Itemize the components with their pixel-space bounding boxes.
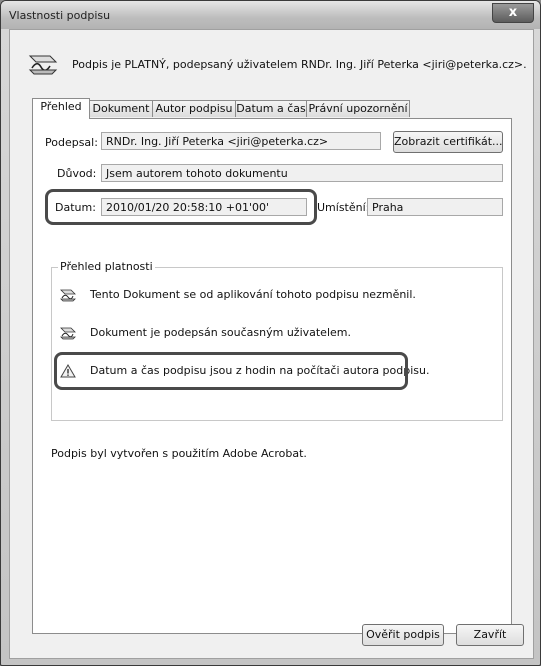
date-highlight-frame xyxy=(45,189,317,225)
signature-properties-dialog: Vlastnosti podpisu x Podpis je PLATNÝ, p… xyxy=(0,0,541,666)
verify-signature-button[interactable]: Ověřit podpis xyxy=(362,624,444,646)
signed-by-label: Podepsal: xyxy=(45,136,98,149)
signed-by-field: RNDr. Ing. Jiří Peterka <jiri@peterka.cz… xyxy=(101,132,381,150)
warning-highlight-frame xyxy=(54,352,408,390)
signature-pen-icon xyxy=(60,327,76,340)
validity-summary-title: Přehled platnosti xyxy=(58,260,155,273)
signature-status-text: Podpis je PLATNÝ, podepsaný uživatelem R… xyxy=(72,58,527,71)
reason-label: Důvod: xyxy=(57,167,97,180)
tab-document[interactable]: Dokument xyxy=(89,100,153,117)
signature-pen-icon xyxy=(28,55,58,75)
window-title: Vlastnosti podpisu xyxy=(9,9,111,22)
location-field: Praha xyxy=(367,198,503,216)
validity-summary-group: Přehled platnosti Tento Dokument se od a… xyxy=(51,260,503,421)
dialog-client-area: Podpis je PLATNÝ, podepsaný uživatelem R… xyxy=(9,29,534,659)
signature-pen-icon xyxy=(60,289,76,302)
title-bar: Vlastnosti podpisu x xyxy=(1,1,540,29)
tab-signer[interactable]: Autor podpisu xyxy=(152,100,236,117)
creator-note: Podpis byl vytvořen s použitím Adobe Acr… xyxy=(51,447,307,460)
close-window-button[interactable]: x xyxy=(492,3,534,23)
tab-overview[interactable]: Přehled xyxy=(32,98,90,119)
show-certificate-button[interactable]: Zobrazit certifikát... xyxy=(393,131,503,153)
tab-date-time[interactable]: Datum a čas xyxy=(235,100,307,117)
location-label: Umístění: xyxy=(317,201,370,214)
overview-panel: Podepsal: RNDr. Ing. Jiří Peterka <jiri@… xyxy=(32,118,512,634)
close-button[interactable]: Zavřít xyxy=(456,624,524,646)
validity-item-text: Dokument je podepsán současným uživatele… xyxy=(90,326,351,339)
tab-legal-notice[interactable]: Právní upozornění xyxy=(306,100,410,117)
validity-item-text: Tento Dokument se od aplikování tohoto p… xyxy=(90,288,416,301)
reason-field: Jsem autorem tohoto dokumentu xyxy=(101,164,503,182)
